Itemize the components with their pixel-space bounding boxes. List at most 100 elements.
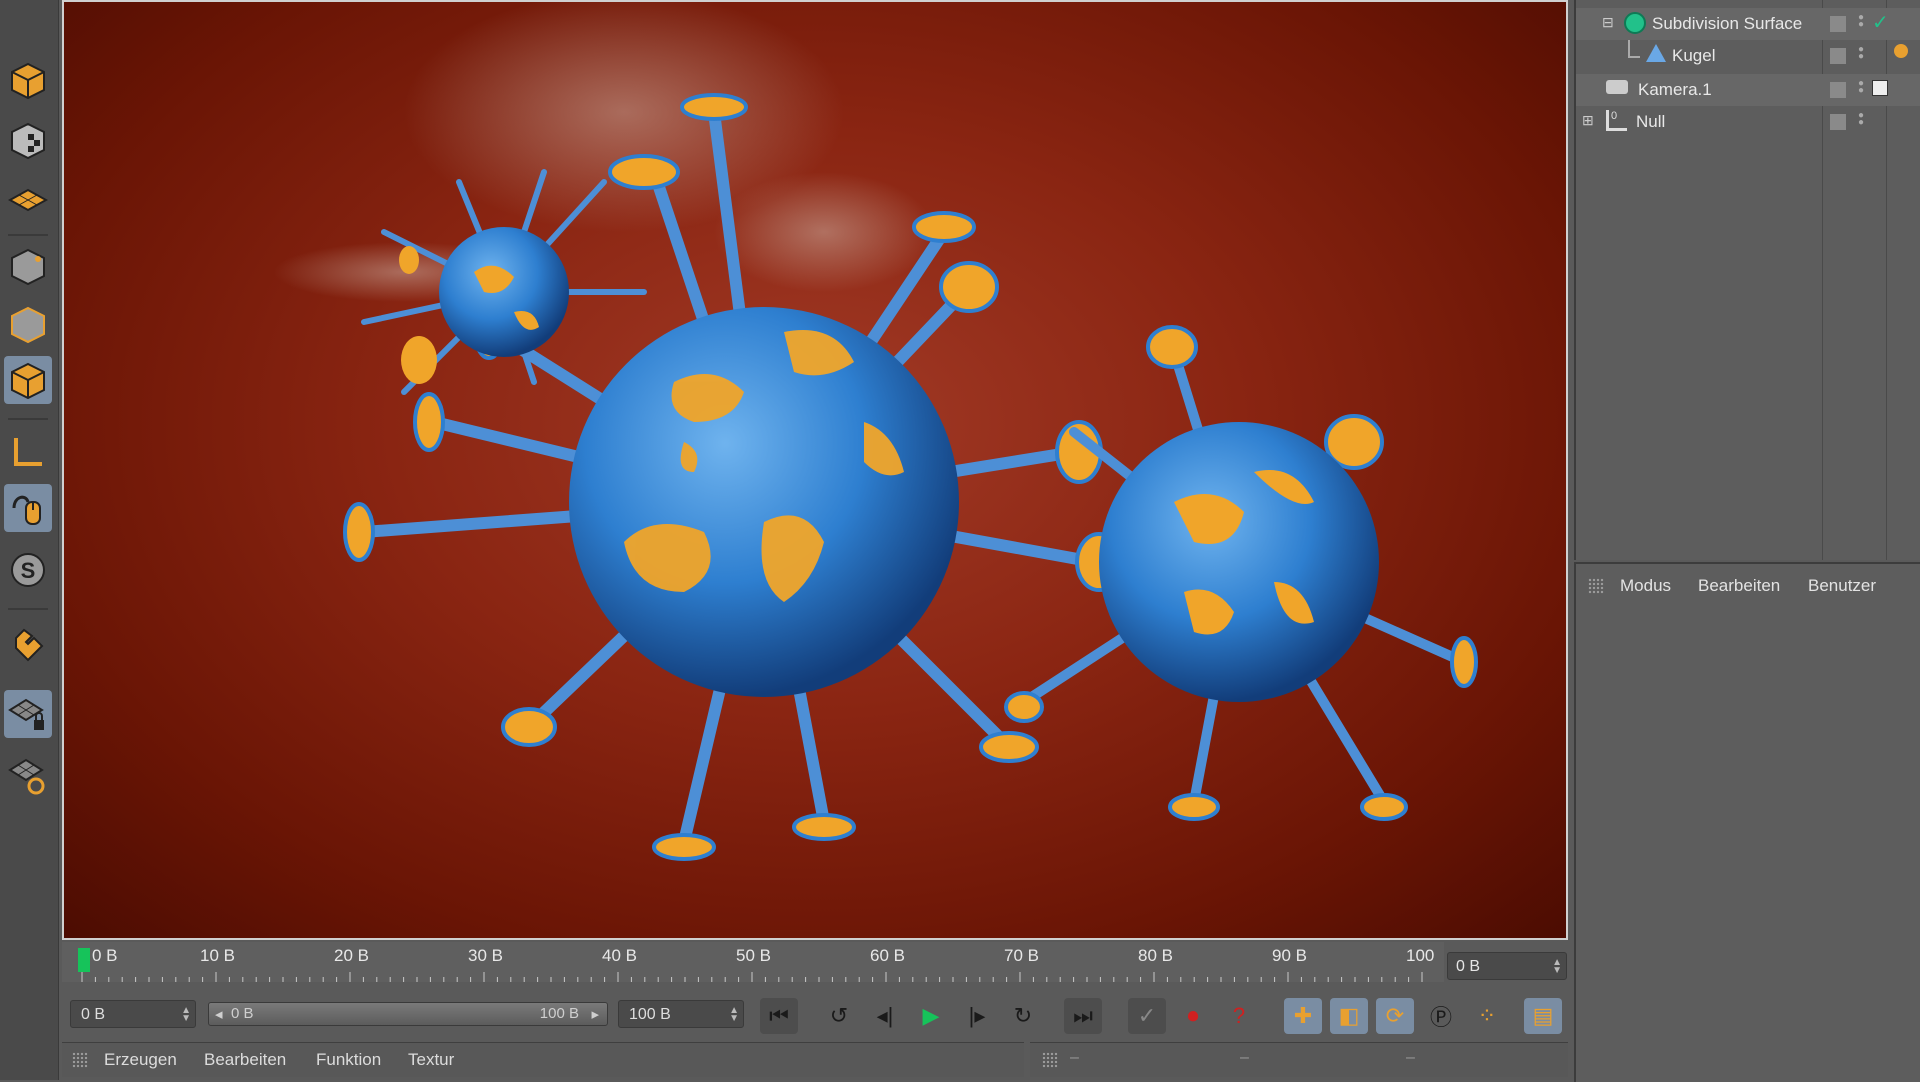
visibility-dots-icon[interactable]: ● ●	[1858, 111, 1864, 128]
record-rotation-icon[interactable]: ⟳	[1376, 998, 1414, 1034]
tick-label: 80 B	[1138, 946, 1173, 965]
previous-frame-icon[interactable]: ◂|	[866, 998, 904, 1034]
object-row-null[interactable]: ⊞ 0 Null ● ●	[1576, 106, 1920, 138]
record-keys-icon[interactable]: ✓	[1128, 998, 1166, 1034]
menu-benutzer[interactable]: Benutzer	[1808, 576, 1876, 596]
spinner-arrows-icon[interactable]: ▲ ▼	[181, 1006, 191, 1024]
keyframe-selection-icon[interactable]: ?	[1220, 998, 1258, 1034]
coordinate-manager-bar: – – –	[1030, 1042, 1568, 1077]
go-to-end-icon[interactable]: ⏭	[1064, 998, 1102, 1034]
grip-icon[interactable]	[1588, 578, 1604, 594]
spinner-arrows-icon[interactable]: ▲ ▼	[729, 1006, 739, 1024]
timeline-window-icon[interactable]: ▤	[1524, 998, 1562, 1034]
visibility-dots-icon[interactable]: ● ●	[1858, 13, 1864, 30]
camera-tag-icon[interactable]	[1872, 80, 1888, 96]
texture-mode-icon[interactable]	[4, 116, 52, 164]
start-frame-field[interactable]: 0 B ▲ ▼	[70, 1000, 196, 1028]
tick-label: 70 B	[1004, 946, 1039, 965]
camera-icon	[1606, 80, 1628, 94]
layer-icon[interactable]	[1830, 114, 1846, 130]
record-parameter-icon[interactable]: Ⓟ	[1422, 998, 1460, 1034]
tick-label: 0 B	[92, 946, 118, 965]
menu-erzeugen[interactable]: Erzeugen	[104, 1050, 177, 1070]
3d-viewport[interactable]	[62, 0, 1568, 940]
points-mode-icon[interactable]	[4, 242, 52, 290]
grip-icon[interactable]	[72, 1052, 88, 1068]
subdivision-surface-icon	[1624, 12, 1646, 34]
grip-icon[interactable]	[1042, 1052, 1058, 1068]
visibility-dots-icon[interactable]: ● ●	[1858, 45, 1864, 62]
object-manager: ⊟ Subdivision Surface ● ● ✓ Kugel ● ● Kame…	[1574, 0, 1920, 560]
layer-icon[interactable]	[1830, 16, 1846, 32]
previous-key-icon[interactable]: ↺	[820, 998, 858, 1034]
viewport-render	[274, 2, 1478, 861]
menu-funktion[interactable]: Funktion	[316, 1050, 381, 1070]
layer-icon[interactable]	[1830, 48, 1846, 64]
object-row-subdivision-surface[interactable]: ⊟ Subdivision Surface ● ● ✓	[1576, 8, 1920, 40]
expand-icon[interactable]: ⊞	[1582, 112, 1594, 129]
next-key-icon[interactable]: ↻	[1004, 998, 1042, 1034]
solo-mode-icon[interactable]: S	[4, 546, 52, 594]
coord-placeholder: –	[1406, 1049, 1415, 1066]
tick-marks	[81, 972, 1423, 982]
left-toolbar: S	[0, 0, 59, 1080]
layer-icon[interactable]	[1830, 82, 1846, 98]
visibility-dots-icon[interactable]: ● ●	[1858, 79, 1864, 96]
checkmark-icon[interactable]: ✓	[1872, 10, 1889, 35]
menu-textur[interactable]: Textur	[408, 1050, 454, 1070]
model-mode-icon[interactable]	[4, 56, 52, 104]
menu-bearbeiten[interactable]: Bearbeiten	[1698, 576, 1780, 596]
record-position-icon[interactable]: ✚	[1284, 998, 1322, 1034]
object-name: Kamera.1	[1638, 80, 1712, 99]
edges-mode-icon[interactable]	[4, 300, 52, 348]
axis-mode-icon[interactable]	[4, 428, 52, 476]
material-tag-icon[interactable]	[1894, 44, 1908, 58]
play-icon[interactable]: ▶	[912, 998, 950, 1034]
null-object-icon: 0	[1606, 110, 1627, 131]
tick-label: 10 B	[200, 946, 235, 965]
current-frame-value: 0 B	[1456, 958, 1481, 975]
menu-bearbeiten[interactable]: Bearbeiten	[204, 1050, 286, 1070]
spinner-arrows-icon[interactable]: ▲ ▼	[1552, 958, 1562, 976]
collapse-icon[interactable]: ⊟	[1602, 14, 1614, 31]
tick-label: 40 B	[602, 946, 637, 965]
preview-range-slider[interactable]: ◂ 0 B 100 B ▸	[208, 1002, 608, 1026]
coord-placeholder: –	[1240, 1049, 1249, 1066]
snap-magnet-icon[interactable]	[4, 622, 52, 670]
range-min-label: 0 B	[231, 1005, 254, 1022]
range-left-arrow-icon[interactable]: ◂	[215, 1005, 223, 1023]
coord-placeholder: –	[1070, 1049, 1079, 1066]
start-frame-value: 0 B	[81, 1006, 106, 1023]
tick-label: 50 B	[736, 946, 771, 965]
next-frame-icon[interactable]: |▸	[958, 998, 996, 1034]
tick-label: 30 B	[468, 946, 503, 965]
record-scale-icon[interactable]: ◧	[1330, 998, 1368, 1034]
transport-bar: 0 B ▲ ▼ ◂ 0 B 100 B ▸ 100 B ▲ ▼ ⏮ ↺ ◂| ▶ |…	[62, 988, 1568, 1036]
end-frame-value: 100 B	[629, 1006, 671, 1023]
tweak-mode-icon[interactable]	[4, 484, 52, 532]
end-frame-field[interactable]: 100 B ▲ ▼	[618, 1000, 744, 1028]
menu-modus[interactable]: Modus	[1620, 576, 1671, 596]
object-row-kamera-1[interactable]: Kamera.1 ● ●	[1576, 74, 1920, 106]
tree-connector	[1628, 40, 1640, 58]
workplane-lock-icon[interactable]	[4, 690, 52, 738]
go-to-start-icon[interactable]: ⏮	[760, 998, 798, 1034]
tick-label: 60 B	[870, 946, 905, 965]
workplane-rotate-icon[interactable]	[4, 752, 52, 800]
tick-label: 100	[1406, 946, 1435, 965]
object-name: Null	[1636, 112, 1666, 131]
object-name: Subdivision Surface	[1652, 14, 1803, 33]
polygons-mode-icon[interactable]	[4, 356, 52, 404]
auto-keying-icon[interactable]: ⏺	[1174, 998, 1212, 1034]
workplane-mode-icon[interactable]	[4, 176, 52, 224]
object-name: Kugel	[1672, 46, 1716, 65]
current-frame-field[interactable]: 0 B ▲ ▼	[1447, 952, 1567, 980]
record-point-level-icon[interactable]: ⁘	[1468, 998, 1506, 1034]
range-right-arrow-icon[interactable]: ▸	[591, 1005, 599, 1023]
object-row-kugel[interactable]: Kugel ● ●	[1576, 40, 1920, 72]
sphere-icon	[1646, 44, 1666, 62]
timeline-ruler[interactable]: 0 B 10 B 20 B 30 B 40 B 50 B 60 B 70 B 8…	[62, 942, 1444, 982]
material-manager-menubar: Erzeugen Bearbeiten Funktion Textur	[62, 1042, 1024, 1077]
playhead[interactable]	[78, 948, 90, 972]
attribute-manager: Modus Bearbeiten Benutzer	[1574, 562, 1920, 1082]
